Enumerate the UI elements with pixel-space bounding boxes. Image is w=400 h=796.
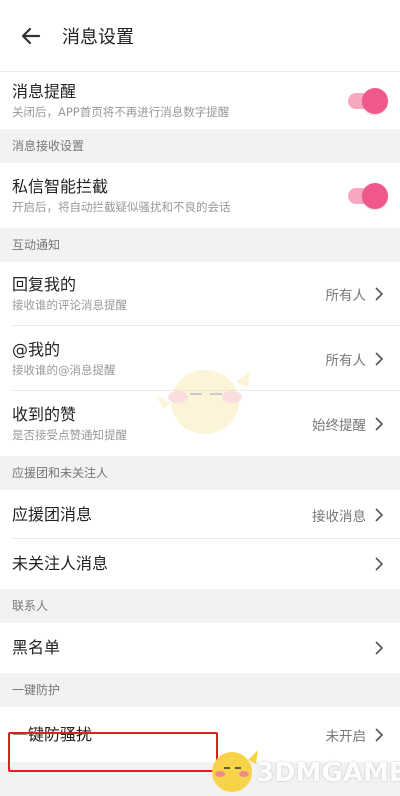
unfollowed-label: 未关注人消息 (12, 554, 109, 573)
chevron-right-icon (372, 638, 386, 658)
notify-sub: 关闭后，APP首页将不再进行消息数字提醒 (12, 104, 230, 119)
dm-filter-sub: 开启后，将自动拦截疑似骚扰和不良的会话 (12, 199, 231, 214)
page-title: 消息设置 (62, 26, 134, 48)
mention-row[interactable]: @我的 接收谁的@消息提醒 所有人 (0, 326, 400, 391)
fanclub-value: 接收消息 (312, 508, 366, 525)
section-fanclub: 应援团和未关注人 (0, 456, 400, 490)
chevron-right-icon (372, 505, 386, 525)
fanclub-row[interactable]: 应援团消息 接收消息 (0, 490, 400, 539)
blacklist-row[interactable]: 黑名单 (0, 623, 400, 673)
section-interaction: 互动通知 (0, 228, 400, 262)
chevron-right-icon (372, 349, 386, 369)
top-bar: 消息设置 (0, 0, 400, 72)
section-contacts: 联系人 (0, 589, 400, 623)
dm-filter-label: 私信智能拦截 (12, 176, 109, 196)
antispam-label: 一键防骚扰 (12, 724, 93, 744)
chevron-right-icon (372, 554, 386, 574)
blacklist-label: 黑名单 (12, 638, 61, 657)
reply-value: 所有人 (325, 288, 367, 304)
notify-row[interactable]: 消息提醒 关闭后，APP首页将不再进行消息数字提醒 (0, 72, 400, 129)
antispam-row[interactable]: 一键防骚扰 未开启 (0, 707, 400, 762)
reply-label: 回复我的 (12, 275, 77, 294)
back-arrow-icon (21, 27, 41, 44)
mention-value: 所有人 (325, 352, 367, 369)
brand-text: 3DMGAME (256, 758, 400, 788)
likes-sub: 是否接受点赞通知提醒 (12, 427, 127, 442)
chevron-right-icon (372, 725, 386, 745)
mention-sub: 接收谁的@消息提醒 (12, 362, 116, 377)
toggle-knob (362, 87, 388, 114)
mention-label: @我的 (12, 339, 61, 359)
likes-value: 始终提醒 (312, 417, 366, 434)
notify-toggle[interactable] (348, 87, 388, 114)
antispam-value: 未开启 (325, 728, 367, 745)
dm-filter-row[interactable]: 私信智能拦截 开启后，将自动拦截疑似骚扰和不良的会话 (0, 163, 400, 228)
section-receive: 消息接收设置 (0, 129, 400, 163)
chevron-right-icon (372, 414, 386, 434)
unfollowed-row[interactable]: 未关注人消息 (0, 539, 400, 589)
notify-label: 消息提醒 (12, 81, 77, 101)
dm-filter-toggle[interactable] (348, 182, 388, 209)
section-protection: 一键防护 (0, 673, 400, 707)
toggle-knob (362, 182, 388, 209)
fanclub-label: 应援团消息 (12, 504, 93, 524)
reply-row[interactable]: 回复我的 接收谁的评论消息提醒 所有人 (0, 262, 400, 326)
reply-sub: 接收谁的评论消息提醒 (12, 298, 127, 312)
chevron-right-icon (372, 284, 386, 304)
back-button[interactable] (0, 0, 62, 72)
brand-watermark: 3DMGAME (256, 758, 400, 788)
likes-row[interactable]: 收到的赞 是否接受点赞通知提醒 始终提醒 (0, 391, 400, 456)
likes-label: 收到的赞 (12, 404, 77, 424)
